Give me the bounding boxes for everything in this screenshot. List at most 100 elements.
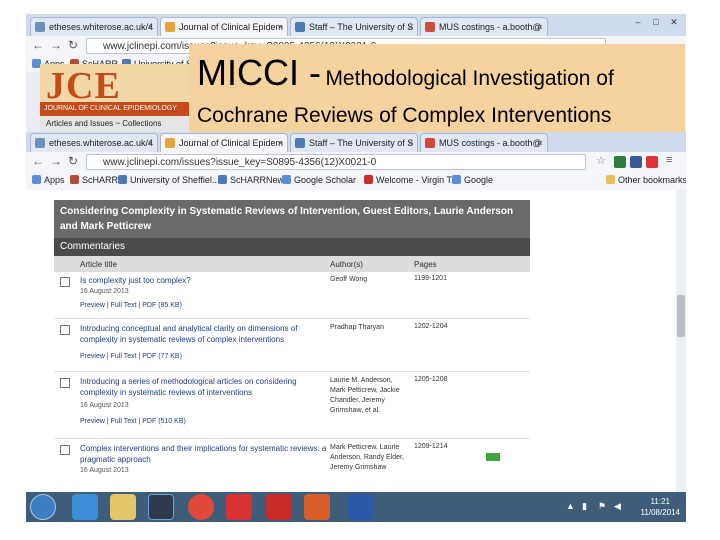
taskbar-clock[interactable]: 11:21 11/08/2014 — [641, 496, 680, 518]
bg-tab-staff[interactable]: Staff – The University of S × — [290, 17, 418, 36]
other-bookmarks[interactable]: Other bookmarks — [606, 174, 686, 186]
scrollbar-thumb[interactable] — [677, 295, 685, 337]
chrome-icon[interactable] — [188, 494, 214, 520]
close-icon[interactable]: × — [278, 134, 283, 152]
article-pages: 1209-1214 — [414, 443, 448, 450]
reload-icon[interactable]: ↻ — [68, 154, 78, 168]
jce-site-nav[interactable]: Articles and Issues ~ Collections — [40, 116, 190, 132]
tab-label: etheses.whiterose.ac.uk/4 — [49, 138, 154, 148]
fg-bookmarks-bar: Apps ScHARR University of Sheffiel... Sc… — [26, 172, 686, 190]
jce-logo-subtitle: JOURNAL OF CLINICAL EPIDEMIOLOGY — [40, 102, 190, 116]
select-checkbox[interactable] — [60, 445, 70, 455]
issue-header: Considering Complexity in Systematic Rev… — [54, 200, 530, 238]
maximize-button[interactable]: □ — [648, 16, 664, 28]
tab-label: Staff – The University of S — [309, 22, 414, 32]
article-authors: Pradhap Tharyan — [330, 324, 384, 331]
bg-tab-bar: etheses.whiterose.ac.uk/4 × Journal of C… — [26, 14, 686, 36]
page-icon — [35, 138, 45, 148]
select-checkbox[interactable] — [60, 325, 70, 335]
close-icon[interactable]: × — [278, 18, 283, 36]
bg-tab-journal[interactable]: Journal of Clinical Epidem × — [160, 17, 288, 36]
fg-address-bar[interactable]: www.jclinepi.com/issues?issue_key=S0895-… — [86, 154, 586, 170]
google-icon — [282, 175, 291, 184]
minimize-button[interactable]: – — [630, 16, 646, 28]
star-icon[interactable]: ☆ — [596, 154, 606, 167]
windows-taskbar: ▲ ▮ ⚑ ◀ 11:21 11/08/2014 — [26, 492, 686, 522]
article-links[interactable]: Preview | Full Text | PDF (85 KB) — [80, 302, 182, 309]
article-title-link[interactable]: Is complexity just too complex? — [80, 275, 320, 286]
table-row: Introducing conceptual and analytical cl… — [54, 319, 530, 372]
fg-tab-etheses[interactable]: etheses.whiterose.ac.uk/4 × — [30, 133, 158, 152]
extension-icon[interactable] — [630, 156, 642, 168]
article-pages: 1199-1201 — [414, 275, 447, 282]
bg-tab-mus[interactable]: MUS costings - a.booth@ × — [420, 17, 548, 36]
foreground-browser-window: etheses.whiterose.ac.uk/4 × Journal of C… — [26, 132, 686, 492]
back-icon[interactable]: ← — [32, 154, 44, 168]
article-links[interactable]: Preview | Full Text | PDF (510 KB) — [80, 418, 186, 425]
start-button[interactable] — [30, 494, 56, 520]
section-heading: Commentaries — [54, 238, 530, 256]
bookmark-university[interactable]: University of Sheffiel... — [118, 174, 219, 186]
article-date: 16 August 2013 — [80, 467, 129, 474]
forward-icon[interactable]: → — [50, 154, 62, 168]
media-player-icon[interactable] — [148, 494, 174, 520]
bookmark-apps[interactable]: Apps — [32, 174, 65, 186]
network-icon[interactable]: ▮ — [582, 501, 587, 512]
select-checkbox[interactable] — [60, 277, 70, 287]
fg-tab-mus[interactable]: MUS costings - a.booth@ × — [420, 133, 548, 152]
article-title-link[interactable]: Introducing a series of methodological a… — [80, 376, 320, 398]
extension-icon[interactable] — [646, 156, 658, 168]
fg-nav-row: ← → ↻ www.jclinepi.com/issues?issue_key=… — [26, 152, 686, 172]
page-icon — [35, 22, 45, 32]
word-icon[interactable] — [348, 494, 374, 520]
slide-title-line2: Cochrane Reviews of Complex Intervention… — [197, 104, 612, 127]
article-date: 16 August 2013 — [80, 402, 129, 409]
table-row: Complex interventions and their implicat… — [54, 439, 530, 489]
fg-tab-journal[interactable]: Journal of Clinical Epidem × — [160, 133, 288, 152]
article-title-link[interactable]: Introducing conceptual and analytical cl… — [80, 323, 320, 345]
file-explorer-icon[interactable] — [110, 494, 136, 520]
close-icon[interactable]: × — [148, 18, 153, 36]
close-icon[interactable]: × — [408, 18, 413, 36]
close-window-button[interactable]: ✕ — [666, 16, 682, 28]
bookmark-scharrnews[interactable]: ScHARRNews — [218, 174, 289, 186]
vertical-scrollbar[interactable] — [676, 190, 686, 492]
adobe-reader-icon[interactable] — [266, 494, 292, 520]
column-header-authors: Author(s) — [330, 260, 363, 269]
bookmark-scharr[interactable]: ScHARR — [70, 174, 118, 186]
close-icon[interactable]: × — [148, 134, 153, 152]
bookmark-google-scholar[interactable]: Google Scholar — [282, 174, 356, 186]
apps-icon — [32, 175, 41, 184]
close-icon[interactable]: × — [538, 18, 543, 36]
slide-title-text: Methodological Investigation of — [325, 67, 614, 90]
flag-icon[interactable]: ⚑ — [598, 501, 606, 512]
close-icon[interactable]: × — [538, 134, 543, 152]
jce-logo: JCE JOURNAL OF CLINICAL EPIDEMIOLOGY — [40, 64, 190, 116]
fg-tab-staff[interactable]: Staff – The University of S × — [290, 133, 418, 152]
app-icon[interactable] — [226, 494, 252, 520]
column-header-pages: Pages — [414, 260, 437, 269]
forward-icon[interactable]: → — [50, 38, 62, 52]
bookmark-google[interactable]: Google — [452, 174, 493, 186]
volume-icon[interactable]: ◀ — [614, 501, 621, 512]
article-title-link[interactable]: Complex interventions and their implicat… — [80, 443, 330, 465]
article-links[interactable]: Preview | Full Text | PDF (77 KB) — [80, 353, 182, 360]
issue-article-table: Considering Complexity in Systematic Rev… — [54, 200, 530, 489]
powerpoint-icon[interactable] — [304, 494, 330, 520]
reload-icon[interactable]: ↻ — [68, 38, 78, 52]
column-header-title: Article title — [80, 260, 117, 269]
clock-time: 11:21 — [650, 497, 670, 506]
select-checkbox[interactable] — [60, 378, 70, 388]
tab-label: Journal of Clinical Epidem — [179, 22, 284, 32]
tab-label: Staff – The University of S — [309, 138, 414, 148]
slide-title-box: MICCI - Methodological Investigation of … — [189, 44, 685, 132]
menu-icon[interactable]: ≡ — [666, 154, 672, 166]
back-icon[interactable]: ← — [32, 38, 44, 52]
tray-arrow-icon[interactable]: ▲ — [566, 501, 575, 511]
bookmark-virgin[interactable]: Welcome - Virgin T... — [364, 174, 459, 186]
page-icon — [295, 22, 305, 32]
extension-icon[interactable] — [614, 156, 626, 168]
bg-tab-etheses[interactable]: etheses.whiterose.ac.uk/4 × — [30, 17, 158, 36]
internet-explorer-icon[interactable] — [72, 494, 98, 520]
close-icon[interactable]: × — [408, 134, 413, 152]
